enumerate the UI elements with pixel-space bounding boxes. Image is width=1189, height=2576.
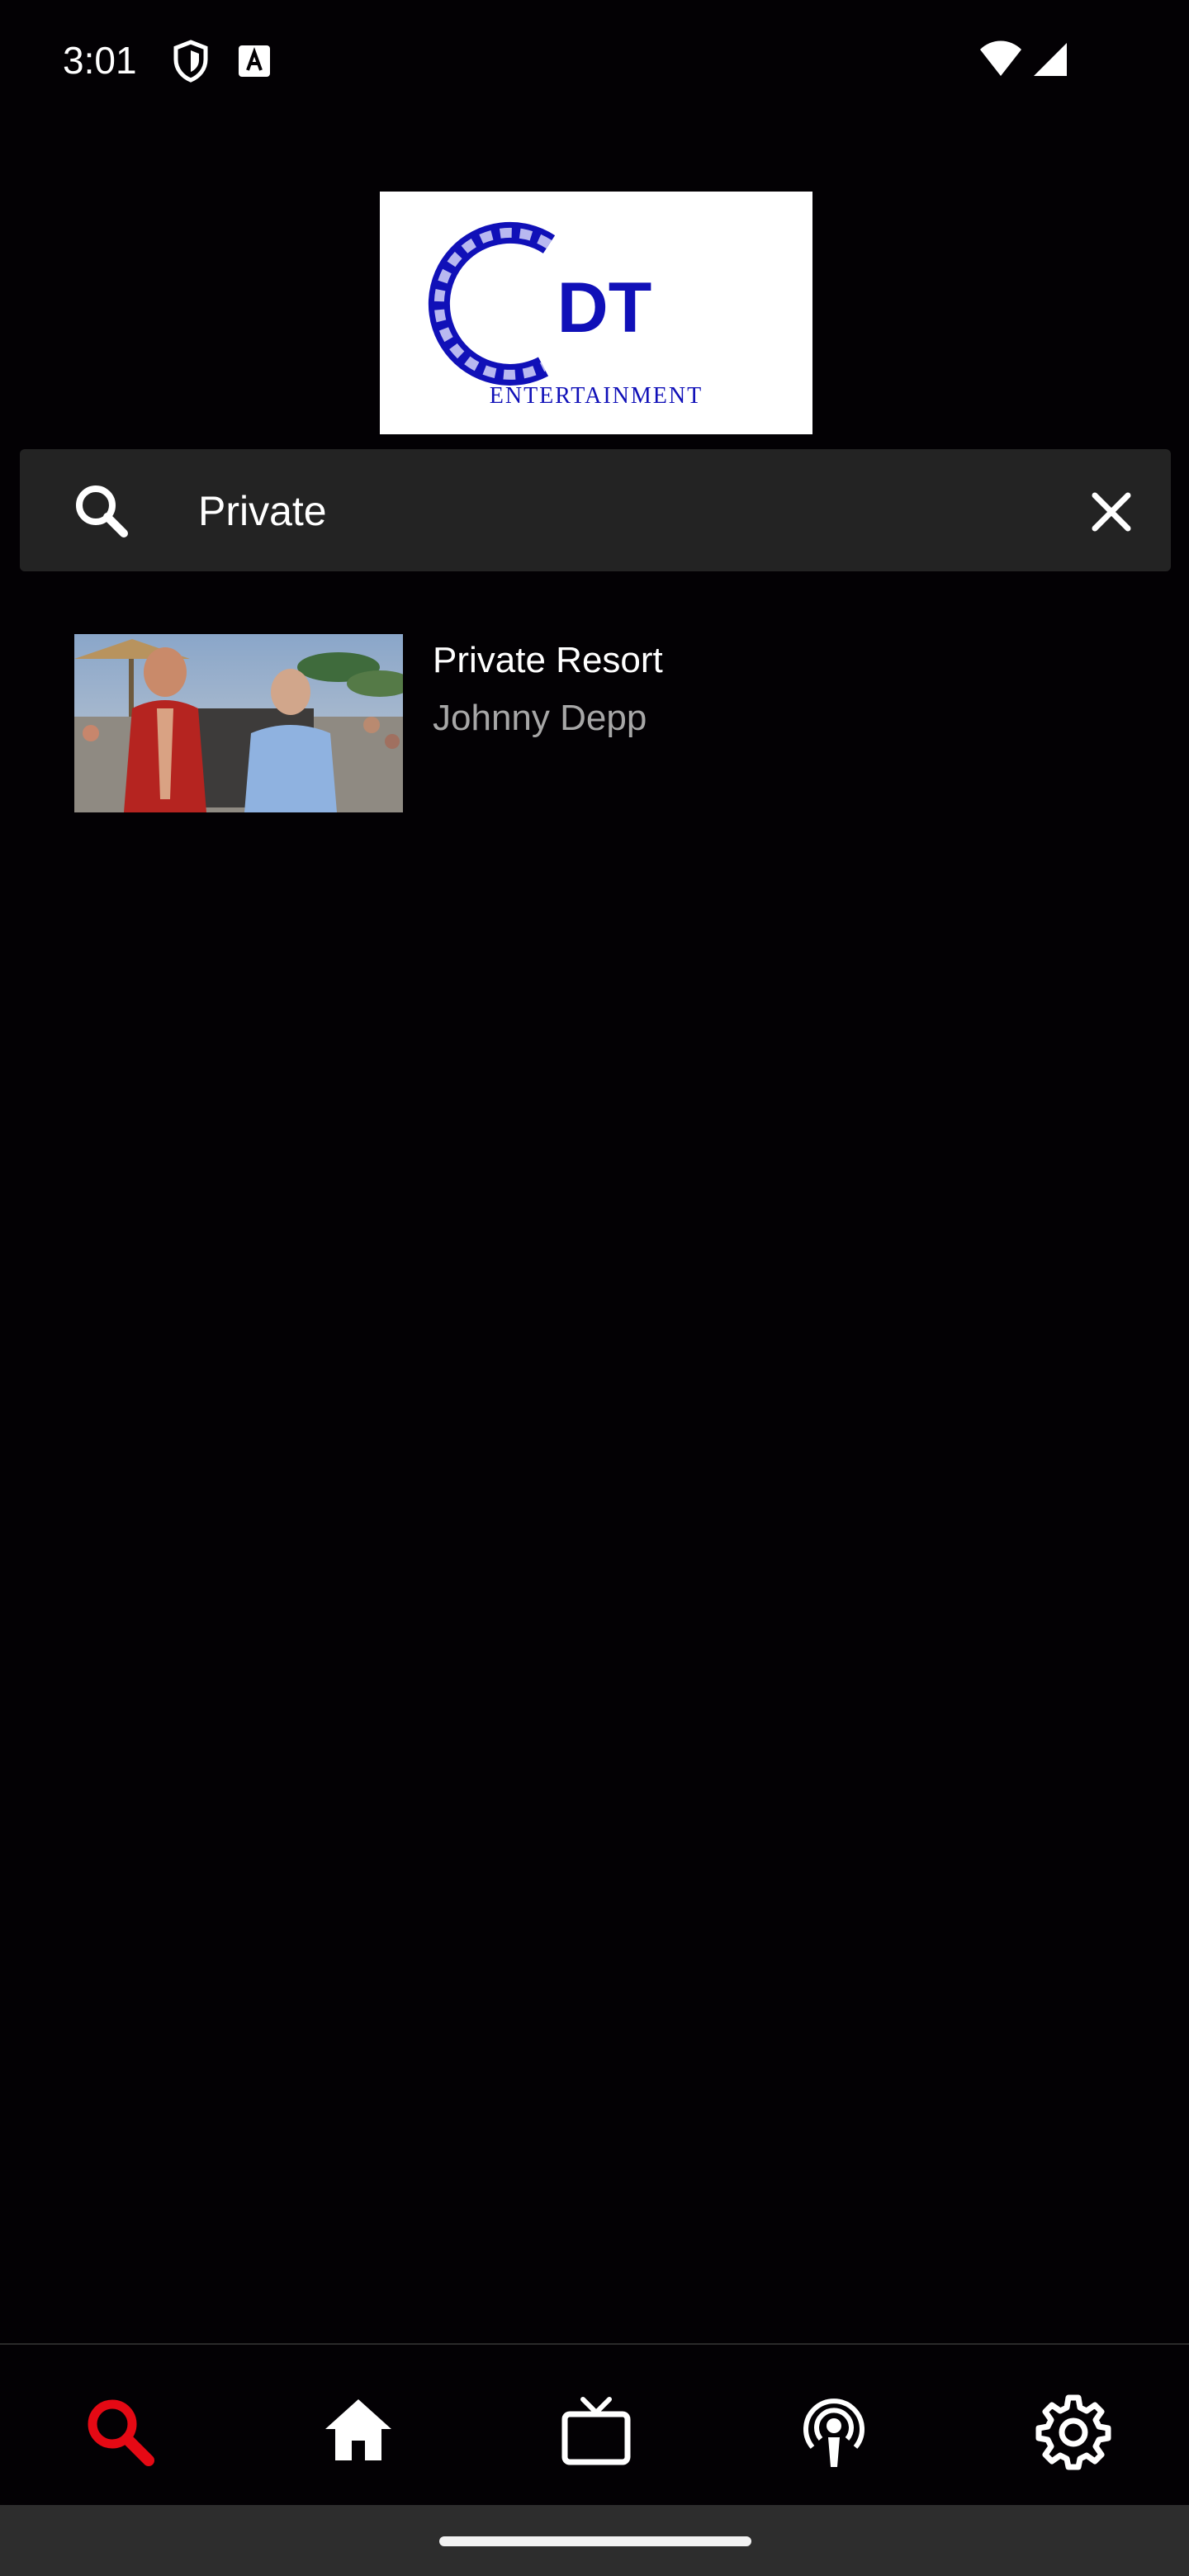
app-logo: DT ENTERTAINMENT [380,192,812,434]
gear-icon [1035,2394,1111,2470]
status-bar: 3:01 [0,0,1189,116]
bottom-nav [0,2343,1189,2507]
home-gesture-handle[interactable] [439,2536,751,2546]
search-icon[interactable] [69,479,135,545]
shield-icon [173,40,208,83]
nav-podcast[interactable] [794,2391,874,2470]
close-icon[interactable] [1085,485,1138,538]
nav-settings[interactable] [1034,2391,1113,2470]
logo-initials: DT [557,268,652,348]
result-thumbnail [74,634,403,812]
nav-tv[interactable] [557,2391,636,2470]
list-item[interactable]: Private Resort Johnny Depp [74,634,1115,812]
search-bar [20,449,1171,571]
search-input[interactable] [198,474,1024,548]
result-title: Private Resort [433,640,663,680]
wifi-icon [980,40,1021,76]
result-subtitle: Johnny Depp [433,698,647,738]
search-icon [88,2399,154,2466]
nav-home[interactable] [319,2391,398,2470]
podcast-icon [803,2398,865,2467]
status-time: 3:01 [63,39,137,82]
gesture-bar [0,2505,1189,2576]
font-a-icon [239,45,270,77]
cellular-signal-icon [1034,43,1067,76]
nav-search[interactable] [79,2391,159,2470]
tv-icon [561,2397,631,2465]
logo-text: ENTERTAINMENT [490,383,703,409]
home-icon [325,2399,391,2460]
